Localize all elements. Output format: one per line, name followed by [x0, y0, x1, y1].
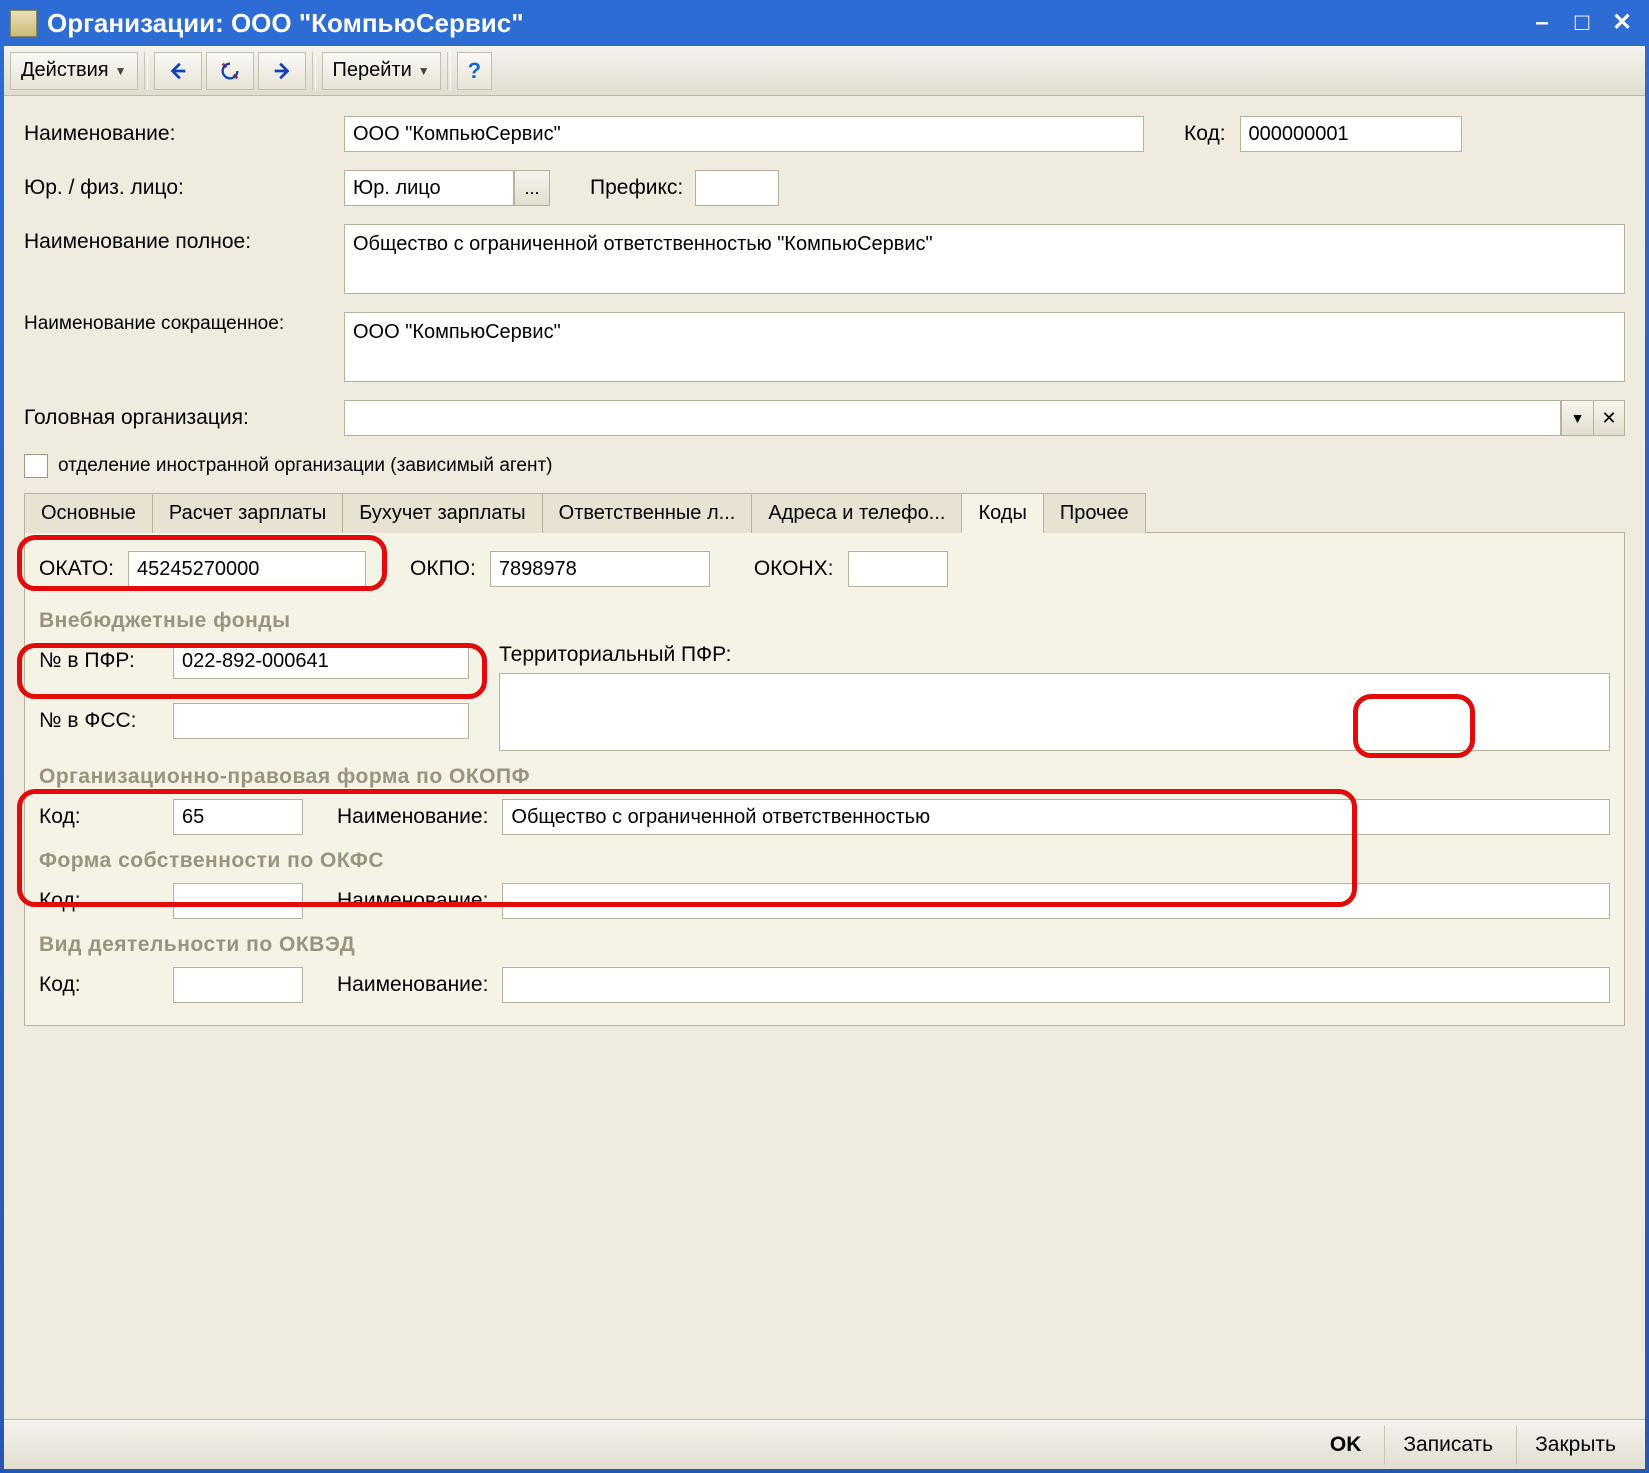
name-input[interactable] — [344, 116, 1144, 152]
close-window-button[interactable]: ✕ — [1605, 7, 1639, 39]
okfs-group-title: Форма собственности по ОКФС — [39, 849, 1610, 873]
okopf-group-title: Организационно-правовая форма по ОКОПФ — [39, 765, 1610, 789]
help-icon: ? — [468, 58, 481, 84]
okato-input[interactable] — [128, 551, 366, 587]
prefix-label: Префикс: — [590, 176, 683, 200]
code-input[interactable] — [1240, 116, 1462, 152]
tab-codes[interactable]: Коды — [961, 493, 1043, 533]
funds-group-title: Внебюджетные фонды — [39, 609, 1610, 633]
parent-org-input[interactable] — [344, 400, 1561, 436]
nav-next-button[interactable] — [258, 52, 306, 90]
tab-salary-acct[interactable]: Бухучет зарплаты — [342, 493, 542, 533]
okato-label: ОКАТО: — [39, 557, 114, 581]
ok-button[interactable]: OK — [1311, 1425, 1381, 1465]
okopf-name-label: Наименование: — [337, 805, 488, 829]
tab-other[interactable]: Прочее — [1043, 493, 1146, 533]
goto-menu-label: Перейти — [333, 59, 412, 82]
okopf-code-label: Код: — [39, 805, 159, 829]
okved-code-input[interactable] — [173, 967, 303, 1003]
entity-type-label: Юр. / физ. лицо: — [24, 176, 344, 200]
fss-num-input[interactable] — [173, 703, 469, 739]
maximize-button[interactable]: □ — [1565, 7, 1599, 39]
title-bar: Организации: ООО "КомпьюСервис" – □ ✕ — [4, 4, 1645, 46]
pfr-num-input[interactable] — [173, 643, 469, 679]
entity-type-input[interactable] — [344, 170, 514, 206]
okpo-label: ОКПО: — [410, 557, 476, 581]
toolbar: Действия ▼ Перейти — [4, 46, 1645, 96]
prefix-input[interactable] — [695, 170, 779, 206]
actions-menu[interactable]: Действия ▼ — [10, 52, 138, 90]
foreign-branch-label: отделение иностранной организации (завис… — [58, 455, 553, 477]
tab-bar: Основные Расчет зарплаты Бухучет зарплат… — [24, 492, 1625, 533]
entity-type-picker-button[interactable]: ... — [514, 170, 550, 206]
short-name-label: Наименование сокращенное: — [24, 312, 344, 336]
parent-org-clear-button[interactable]: ✕ — [1593, 400, 1625, 436]
okonh-input[interactable] — [848, 551, 948, 587]
okfs-name-input[interactable] — [502, 883, 1610, 919]
window-icon — [10, 10, 37, 37]
tab-responsible[interactable]: Ответственные л... — [542, 493, 753, 533]
chevron-down-icon: ▼ — [1571, 410, 1585, 426]
tab-main[interactable]: Основные — [24, 493, 153, 533]
full-name-input[interactable] — [344, 224, 1625, 294]
okved-name-label: Наименование: — [337, 973, 488, 997]
dropdown-icon: ▼ — [418, 64, 430, 78]
okfs-name-label: Наименование: — [337, 889, 488, 913]
refresh-button[interactable] — [206, 52, 254, 90]
okved-name-input[interactable] — [502, 967, 1610, 1003]
goto-menu[interactable]: Перейти ▼ — [322, 52, 441, 90]
parent-org-dropdown-button[interactable]: ▼ — [1561, 400, 1593, 436]
save-button[interactable]: Записать — [1384, 1425, 1512, 1465]
okfs-code-input[interactable] — [173, 883, 303, 919]
okved-group-title: Вид деятельности по ОКВЭД — [39, 933, 1610, 957]
pfr-terr-label: Территориальный ПФР: — [499, 643, 1610, 667]
okpo-input[interactable] — [490, 551, 710, 587]
short-name-input[interactable] — [344, 312, 1625, 382]
refresh-icon — [217, 58, 243, 84]
parent-org-label: Головная организация: — [24, 406, 344, 430]
okopf-name-input[interactable] — [502, 799, 1610, 835]
okopf-code-input[interactable] — [173, 799, 303, 835]
minimize-button[interactable]: – — [1525, 7, 1559, 39]
okved-code-label: Код: — [39, 973, 159, 997]
pfr-terr-input[interactable] — [499, 673, 1610, 751]
footer: OK Записать Закрыть — [4, 1419, 1645, 1469]
arrow-right-icon — [269, 58, 295, 84]
tab-addresses[interactable]: Адреса и телефо... — [751, 493, 962, 533]
actions-menu-label: Действия — [21, 59, 109, 82]
arrow-left-icon — [165, 58, 191, 84]
tab-body-codes: ОКАТО: ОКПО: ОКОНХ: Внебюджетные фонды №… — [24, 533, 1625, 1026]
tab-salary-calc[interactable]: Расчет зарплаты — [152, 493, 343, 533]
nav-prev-button[interactable] — [154, 52, 202, 90]
code-label: Код: — [1184, 122, 1226, 146]
okonh-label: ОКОНХ: — [754, 557, 834, 581]
dropdown-icon: ▼ — [115, 64, 127, 78]
help-button[interactable]: ? — [457, 52, 492, 90]
okfs-code-label: Код: — [39, 889, 159, 913]
window-title: Организации: ООО "КомпьюСервис" — [47, 8, 524, 39]
fss-num-label: № в ФСС: — [39, 709, 159, 733]
foreign-branch-checkbox[interactable] — [24, 454, 48, 478]
full-name-label: Наименование полное: — [24, 224, 344, 254]
pfr-num-label: № в ПФР: — [39, 649, 159, 673]
name-label: Наименование: — [24, 122, 344, 146]
close-button[interactable]: Закрыть — [1516, 1425, 1635, 1465]
close-icon: ✕ — [1601, 408, 1616, 429]
